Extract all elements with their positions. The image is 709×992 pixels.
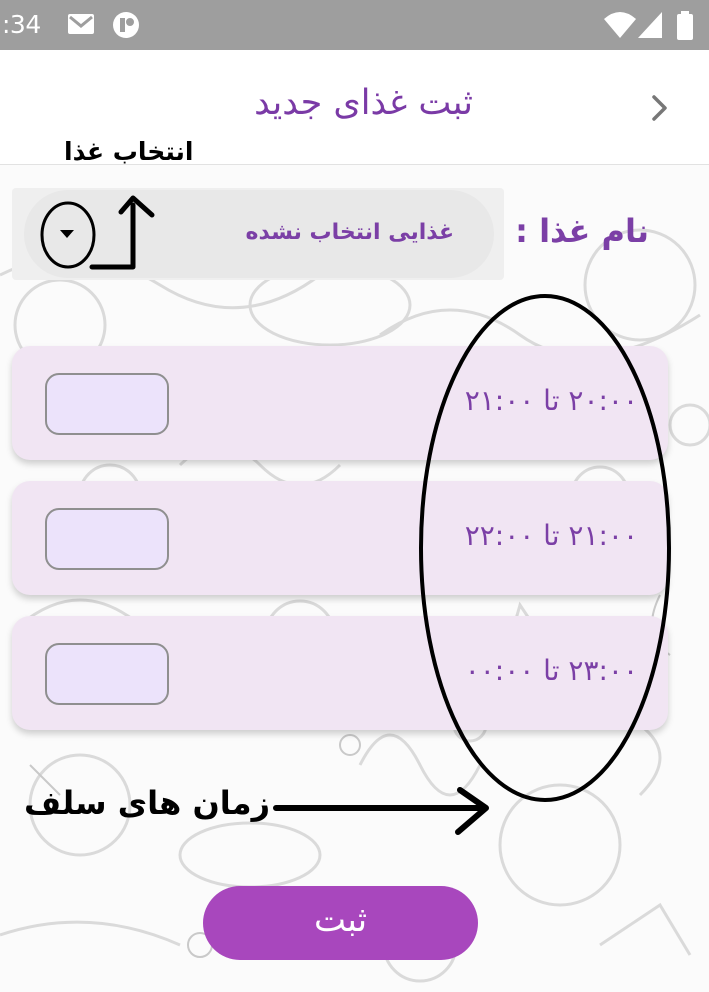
annotation-meal-times: زمان های سلف xyxy=(24,784,271,822)
signal-icon xyxy=(638,12,662,38)
submit-button-label: ثبت xyxy=(313,900,368,940)
time-slot-checkbox[interactable] xyxy=(45,508,169,570)
page-title: ثبت غذای جدید xyxy=(254,83,473,123)
time-slot-card[interactable]: ۲۱:۰۰ تا ۲۲:۰۰ xyxy=(12,481,668,595)
chevron-right-icon[interactable] xyxy=(644,92,676,124)
gmail-icon xyxy=(68,14,94,34)
time-slot-card[interactable]: ۲۰:۰۰ تا ۲۱:۰۰ xyxy=(12,346,668,460)
dropdown-arrow-icon[interactable] xyxy=(54,222,80,244)
time-slot-card[interactable]: ۲۳:۰۰ تا ۰۰:۰۰ xyxy=(12,616,668,730)
time-slot-label: ۲۱:۰۰ تا ۲۲:۰۰ xyxy=(464,519,638,552)
app-notification-icon xyxy=(113,12,139,38)
time-slot-label: ۲۳:۰۰ تا ۰۰:۰۰ xyxy=(464,654,638,687)
battery-icon xyxy=(677,11,693,40)
app-screen: :34 ثبت غذای جدید غذایی انتخاب نشده نام … xyxy=(0,0,709,992)
time-slot-label: ۲۰:۰۰ تا ۲۱:۰۰ xyxy=(464,384,638,417)
time-slot-checkbox[interactable] xyxy=(45,643,169,705)
food-name-label: نام غذا : xyxy=(515,212,649,250)
time-slot-checkbox[interactable] xyxy=(45,373,169,435)
submit-button[interactable]: ثبت xyxy=(203,886,478,960)
food-dropdown-value: غذایی انتخاب نشده xyxy=(245,220,454,245)
status-bar: :34 xyxy=(0,0,709,50)
status-time: :34 xyxy=(2,10,41,39)
annotation-select-food: انتخاب غذا xyxy=(64,137,194,166)
wifi-icon xyxy=(604,12,636,38)
food-dropdown[interactable]: غذایی انتخاب نشده xyxy=(24,190,494,278)
